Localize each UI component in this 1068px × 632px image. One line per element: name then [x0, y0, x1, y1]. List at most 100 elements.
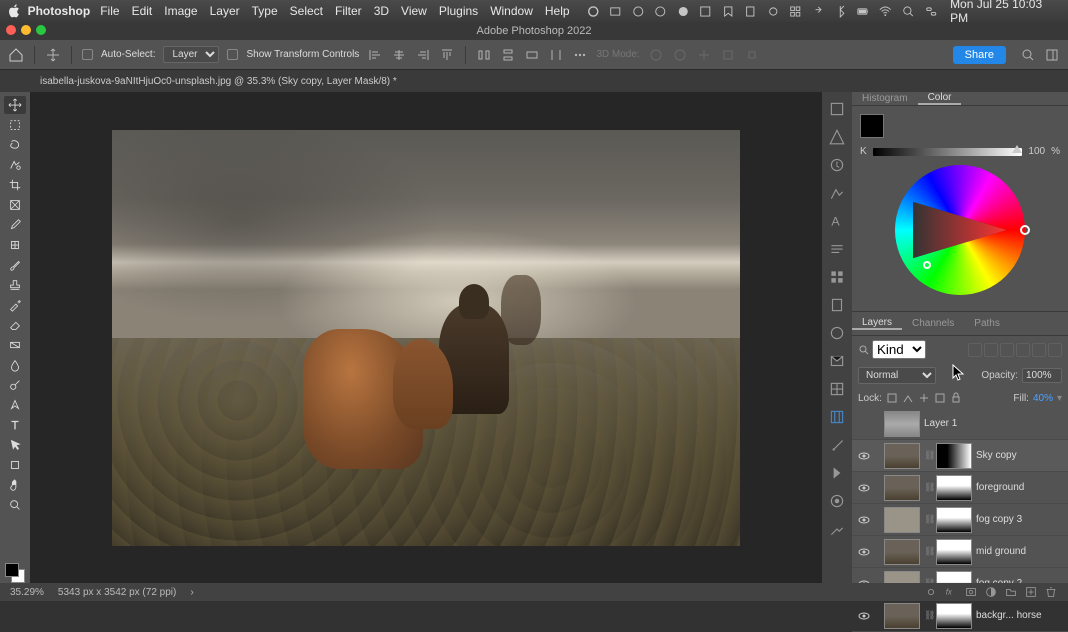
stamp-tool[interactable] — [4, 276, 26, 294]
blur-tool[interactable] — [4, 356, 26, 374]
menu-help[interactable]: Help — [545, 4, 570, 18]
filter-kind-select[interactable]: Kind — [872, 340, 926, 359]
auto-select-target[interactable]: Layer — [163, 46, 219, 63]
filter-smart-icon[interactable] — [1032, 343, 1046, 357]
wifi-icon[interactable] — [878, 4, 893, 19]
filter-adjust-icon[interactable] — [984, 343, 998, 357]
search-bar-icon[interactable] — [1020, 47, 1036, 63]
dodge-tool[interactable] — [4, 376, 26, 394]
home-icon[interactable] — [8, 47, 24, 63]
path-select-tool[interactable] — [4, 436, 26, 454]
layer-row[interactable]: ⛓backgr... horse — [852, 600, 1068, 632]
layer-mask-thumb[interactable] — [936, 539, 972, 565]
menu-filter[interactable]: Filter — [335, 4, 362, 18]
menu-view[interactable]: View — [401, 4, 427, 18]
opacity-input[interactable] — [1022, 368, 1062, 383]
layer-name[interactable]: foreground — [976, 482, 1024, 493]
align-right-icon[interactable] — [415, 47, 431, 63]
document-canvas[interactable] — [112, 130, 740, 546]
tray-icon[interactable] — [743, 4, 758, 19]
tray-icon[interactable] — [766, 4, 781, 19]
dock-icon[interactable] — [828, 296, 846, 314]
tray-icon[interactable] — [811, 4, 826, 19]
filter-shape-icon[interactable] — [1016, 343, 1030, 357]
dock-icon[interactable]: A — [828, 212, 846, 230]
color-wheel[interactable] — [895, 165, 1025, 295]
color-swatch[interactable] — [860, 114, 884, 138]
brush-tool[interactable] — [4, 256, 26, 274]
layers-tab[interactable]: Layers — [852, 317, 902, 330]
k-value[interactable]: 100 — [1028, 146, 1045, 157]
lock-image-icon[interactable] — [902, 392, 914, 404]
dock-icon[interactable] — [828, 492, 846, 510]
dock-icon[interactable] — [828, 324, 846, 342]
layer-thumb[interactable] — [884, 411, 920, 437]
layer-row[interactable]: ⛓ foreground — [852, 472, 1068, 504]
menu-select[interactable]: Select — [290, 4, 323, 18]
tray-icon[interactable] — [653, 4, 668, 19]
visibility-icon[interactable] — [858, 418, 870, 430]
foreground-color-swatch[interactable] — [5, 563, 19, 577]
move-tool[interactable] — [4, 96, 26, 114]
zoom-level[interactable]: 35.29% — [10, 587, 44, 598]
layer-row[interactable]: ⛓Sky copy — [852, 440, 1068, 472]
pen-tool[interactable] — [4, 396, 26, 414]
more-options-icon[interactable] — [572, 47, 588, 63]
history-brush-tool[interactable] — [4, 296, 26, 314]
layer-mask-thumb[interactable] — [936, 603, 972, 629]
tray-icon[interactable] — [721, 4, 736, 19]
minimize-button[interactable] — [21, 25, 31, 35]
filter-type-icon[interactable] — [1000, 343, 1014, 357]
paths-tab[interactable]: Paths — [964, 318, 1010, 329]
layer-mask-thumb[interactable] — [936, 443, 972, 469]
dock-icon[interactable] — [828, 240, 846, 258]
workspace-icon[interactable] — [1044, 47, 1060, 63]
tray-icon[interactable] — [698, 4, 713, 19]
menu-file[interactable]: File — [100, 4, 119, 18]
menu-plugins[interactable]: Plugins — [439, 4, 478, 18]
layer-name[interactable]: Sky copy — [976, 450, 1017, 461]
color-tab[interactable]: Color — [918, 92, 962, 105]
zoom-tool[interactable] — [4, 496, 26, 514]
dock-icon[interactable] — [828, 156, 846, 174]
menu-3d[interactable]: 3D — [374, 4, 389, 18]
dock-icon[interactable] — [828, 408, 846, 426]
auto-select-checkbox[interactable] — [82, 49, 93, 60]
dock-icon[interactable] — [828, 268, 846, 286]
fill-input[interactable]: 40% — [1033, 393, 1053, 404]
link-icon[interactable]: ⛓ — [924, 482, 932, 493]
layer-mask-thumb[interactable] — [936, 507, 972, 533]
tray-icon[interactable] — [788, 4, 803, 19]
add-mask-icon[interactable] — [964, 585, 978, 599]
layer-name[interactable]: Layer 1 — [924, 418, 957, 429]
eyedropper-tool[interactable] — [4, 216, 26, 234]
layer-thumb[interactable] — [884, 475, 920, 501]
menu-image[interactable]: Image — [164, 4, 197, 18]
blend-mode-select[interactable]: Normal — [858, 367, 936, 384]
layer-row[interactable]: ⛓mid ground — [852, 536, 1068, 568]
histogram-tab[interactable]: Histogram — [852, 93, 918, 104]
status-arrow[interactable]: › — [190, 587, 193, 598]
filter-pixel-icon[interactable] — [968, 343, 982, 357]
adjustment-layer-icon[interactable] — [984, 585, 998, 599]
fx-icon[interactable]: fx — [944, 585, 958, 599]
bluetooth-icon[interactable] — [833, 4, 848, 19]
layer-thumb[interactable] — [884, 443, 920, 469]
layer-mask-thumb[interactable] — [936, 475, 972, 501]
canvas-area[interactable] — [30, 92, 822, 583]
crop-tool[interactable] — [4, 176, 26, 194]
new-layer-icon[interactable] — [1024, 585, 1038, 599]
control-center-icon[interactable] — [924, 4, 939, 19]
maximize-button[interactable] — [36, 25, 46, 35]
tray-icon[interactable] — [586, 4, 601, 19]
dock-icon[interactable] — [828, 380, 846, 398]
lock-all-icon[interactable] — [950, 392, 962, 404]
link-icon[interactable]: ⛓ — [924, 546, 932, 557]
menu-layer[interactable]: Layer — [210, 4, 240, 18]
distribute-center-icon[interactable] — [524, 47, 540, 63]
dock-icon[interactable] — [828, 184, 846, 202]
share-button[interactable]: Share — [953, 46, 1006, 64]
align-center-h-icon[interactable] — [391, 47, 407, 63]
dock-icon[interactable] — [828, 464, 846, 482]
tray-icon[interactable] — [631, 4, 646, 19]
